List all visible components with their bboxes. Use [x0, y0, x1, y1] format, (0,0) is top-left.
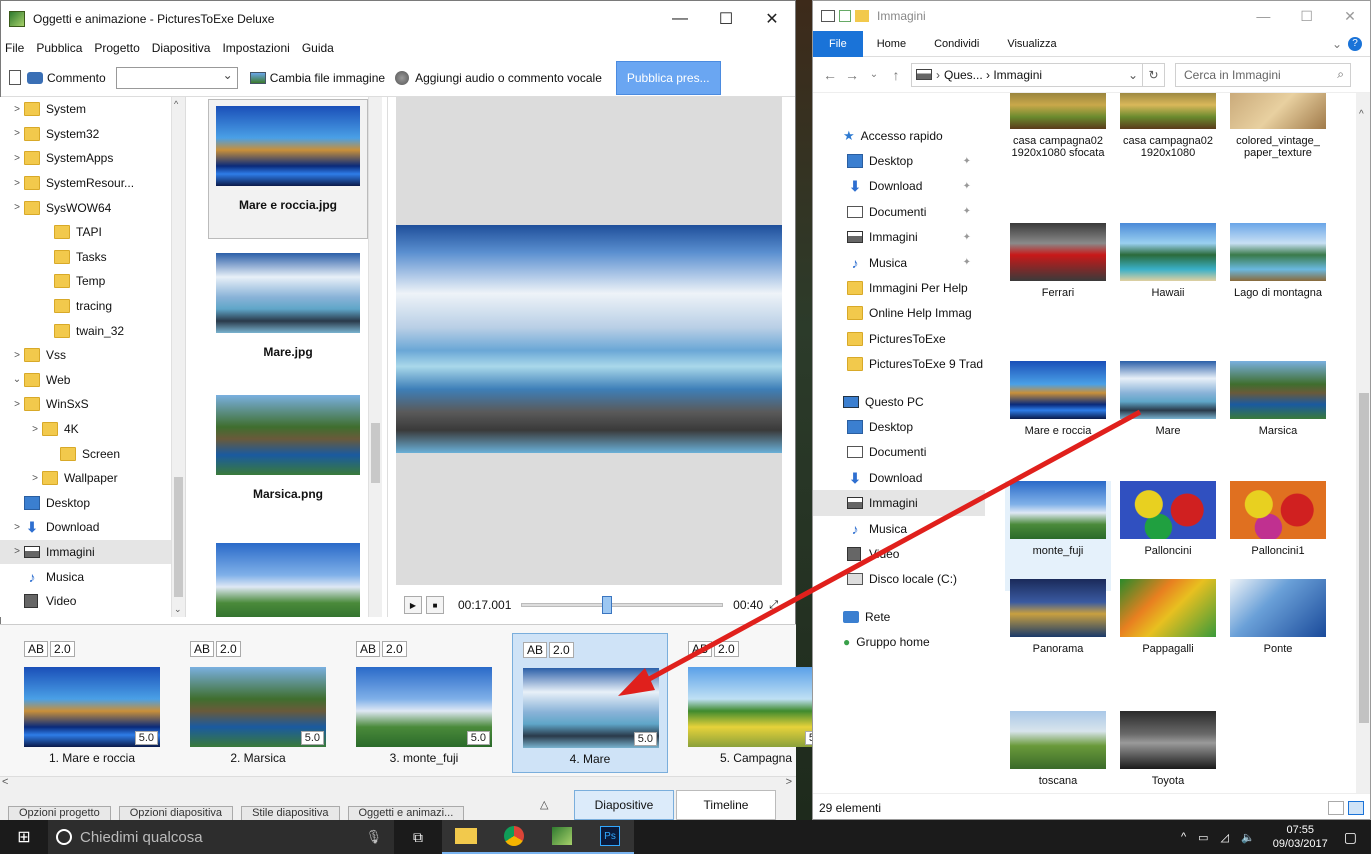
clock-date: 09/03/2017: [1272, 838, 1328, 850]
start-button[interactable]: ⊞: [0, 820, 48, 854]
taskbar-explorer-icon[interactable]: [442, 820, 490, 854]
task-view-icon[interactable]: ⧉: [394, 820, 442, 854]
volume-icon[interactable]: 🔈: [1241, 831, 1255, 844]
clock-time: 07:55: [1286, 824, 1314, 836]
action-center-icon[interactable]: ▢: [1344, 829, 1357, 846]
cortana-placeholder: Chiedimi qualcosa: [80, 828, 203, 846]
clock[interactable]: 07:55 09/03/2017: [1273, 823, 1328, 851]
cortana-search[interactable]: Chiedimi qualcosa 🎙: [48, 820, 394, 854]
battery-icon[interactable]: ▭: [1198, 831, 1208, 844]
system-tray: ^ ▭ ◿ 🔈 07:55 09/03/2017 ▢: [1175, 820, 1371, 854]
taskbar-chrome-icon[interactable]: [490, 820, 538, 854]
network-icon[interactable]: ◿: [1221, 831, 1229, 844]
microphone-icon[interactable]: 🎙: [365, 829, 382, 845]
show-hidden-icons-icon[interactable]: ^: [1181, 831, 1186, 843]
taskbar: ⊞ Chiedimi qualcosa 🎙 ⧉ Ps ^ ▭ ◿ 🔈 07:55…: [0, 820, 1371, 854]
taskbar-photoshop-icon[interactable]: Ps: [586, 820, 634, 854]
drag-arrow-annotation: [618, 409, 1142, 696]
cortana-icon: [56, 829, 72, 845]
taskbar-picturestoexe-icon[interactable]: [538, 820, 586, 854]
